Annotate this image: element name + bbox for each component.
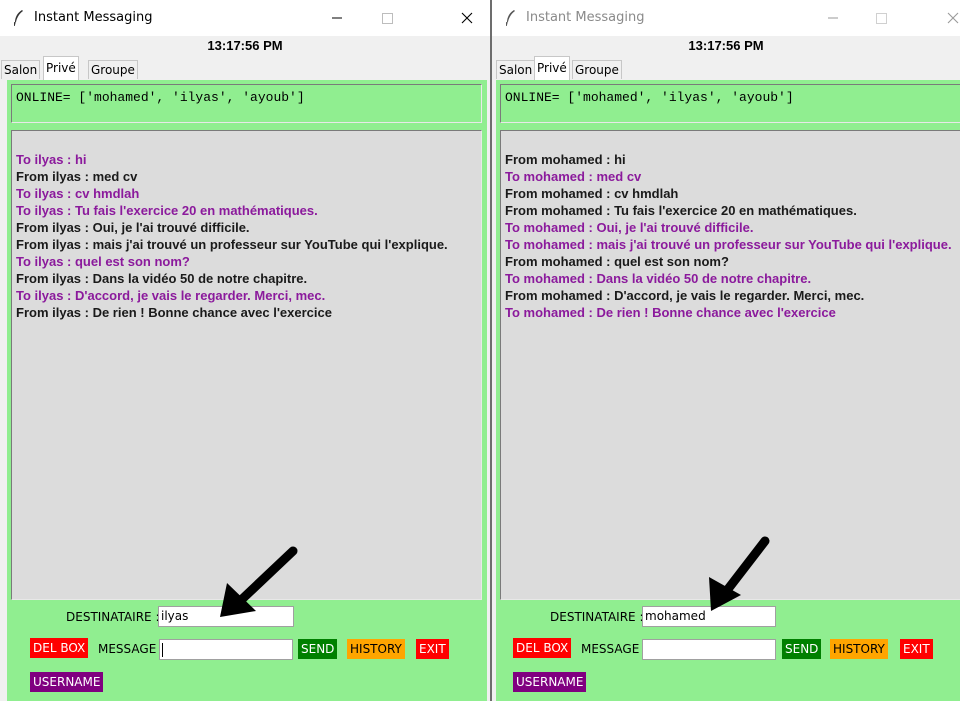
chat-message: From mohamed : Tu fais l'exercice 20 en … — [505, 203, 857, 218]
chat-message: To mohamed : Dans la vidéo 50 de notre c… — [505, 271, 812, 286]
chat-message: To mohamed : De rien ! Bonne chance avec… — [505, 305, 836, 320]
del-box-button[interactable]: DEL BOX — [513, 638, 572, 658]
tab-salon[interactable]: Salon — [1, 60, 41, 79]
tab-prive[interactable]: Privé — [43, 56, 79, 80]
chat-message: To ilyas : hi — [16, 152, 87, 167]
text-caret — [162, 642, 163, 657]
minimize-icon — [828, 17, 838, 19]
chat-message: From mohamed : D'accord, je vais le rega… — [505, 288, 865, 303]
close-icon — [461, 12, 473, 24]
minimize-button[interactable] — [314, 0, 360, 36]
destinataire-label: DESTINATAIRE : — [550, 610, 644, 624]
username-button[interactable]: USERNAME — [513, 672, 587, 692]
message-label: MESSAGE : — [581, 642, 648, 656]
tab-groupe[interactable]: Groupe — [572, 60, 622, 79]
exit-button[interactable]: EXIT — [900, 639, 933, 659]
close-button[interactable] — [930, 0, 960, 36]
message-input[interactable] — [642, 639, 776, 660]
history-button[interactable]: HISTORY — [830, 639, 888, 659]
chat-window-ilyas: Instant Messaging 13:17:56 PM Salon Priv… — [492, 0, 960, 701]
chat-message: To ilyas : quel est son nom? — [16, 254, 190, 269]
tab-prive[interactable]: Privé — [534, 56, 570, 80]
username-button[interactable]: USERNAME — [30, 672, 104, 692]
chat-message: To mohamed : mais j'ai trouvé un profess… — [505, 237, 952, 252]
minimize-button[interactable] — [810, 0, 856, 36]
chat-message: From ilyas : De rien ! Bonne chance avec… — [16, 305, 332, 320]
message-input[interactable] — [159, 639, 293, 660]
exit-button[interactable]: EXIT — [416, 639, 449, 659]
chat-message: To ilyas : cv hmdlah — [16, 186, 140, 201]
destinataire-label: DESTINATAIRE : — [66, 610, 160, 624]
clock: 13:17:56 PM — [492, 36, 960, 56]
chat-message: From mohamed : quel est son nom? — [505, 254, 729, 269]
send-button[interactable]: SEND — [782, 639, 822, 659]
chat-message: To mohamed : Oui, je l'ai trouvé diffici… — [505, 220, 754, 235]
maximize-button[interactable] — [364, 0, 410, 36]
chat-message: From ilyas : Dans la vidéo 50 de notre c… — [16, 271, 308, 286]
chat-log[interactable]: To ilyas : hi From ilyas : med cv To ily… — [11, 130, 482, 600]
chat-message: To mohamed : med cv — [505, 169, 642, 184]
clock: 13:17:56 PM — [0, 36, 490, 56]
tab-bar: Salon Privé Groupe — [492, 56, 960, 80]
tab-bar: Salon Privé Groupe — [0, 56, 490, 80]
title-bar[interactable]: Instant Messaging — [492, 0, 960, 36]
chat-message: From mohamed : hi — [505, 152, 626, 167]
title-bar[interactable]: Instant Messaging — [0, 0, 490, 36]
maximize-icon — [382, 13, 393, 24]
chat-window-mohamed: Instant Messaging 13:17:56 PM Salon Priv… — [0, 0, 490, 701]
window-title: Instant Messaging — [34, 10, 153, 25]
online-users-box[interactable]: ONLINE= ['mohamed', 'ilyas', 'ayoub'] — [11, 84, 482, 123]
history-button[interactable]: HISTORY — [347, 639, 405, 659]
arrow-icon — [220, 546, 298, 617]
close-icon — [947, 12, 959, 24]
chat-log[interactable]: From mohamed : hi To mohamed : med cv Fr… — [500, 130, 960, 600]
maximize-button[interactable] — [858, 0, 904, 36]
chat-message: From ilyas : med cv — [16, 169, 138, 184]
send-button[interactable]: SEND — [298, 639, 338, 659]
feather-icon — [14, 10, 23, 26]
tab-salon[interactable]: Salon — [496, 60, 536, 79]
feather-icon — [506, 10, 515, 26]
chat-message: From ilyas : mais j'ai trouvé un profess… — [16, 237, 448, 252]
close-button[interactable] — [444, 0, 490, 36]
del-box-button[interactable]: DEL BOX — [30, 638, 89, 658]
chat-message: From mohamed : cv hmdlah — [505, 186, 679, 201]
arrow-icon — [709, 536, 770, 611]
tab-groupe[interactable]: Groupe — [88, 60, 138, 79]
chat-message: To ilyas : D'accord, je vais le regarder… — [16, 288, 326, 303]
chat-message: To ilyas : Tu fais l'exercice 20 en math… — [16, 203, 318, 218]
minimize-icon — [332, 17, 342, 19]
maximize-icon — [876, 13, 887, 24]
chat-message: From ilyas : Oui, je l'ai trouvé diffici… — [16, 220, 250, 235]
message-label: MESSAGE : — [98, 642, 165, 656]
window-title: Instant Messaging — [526, 10, 645, 25]
online-users-box[interactable]: ONLINE= ['mohamed', 'ilyas', 'ayoub'] — [500, 84, 960, 123]
